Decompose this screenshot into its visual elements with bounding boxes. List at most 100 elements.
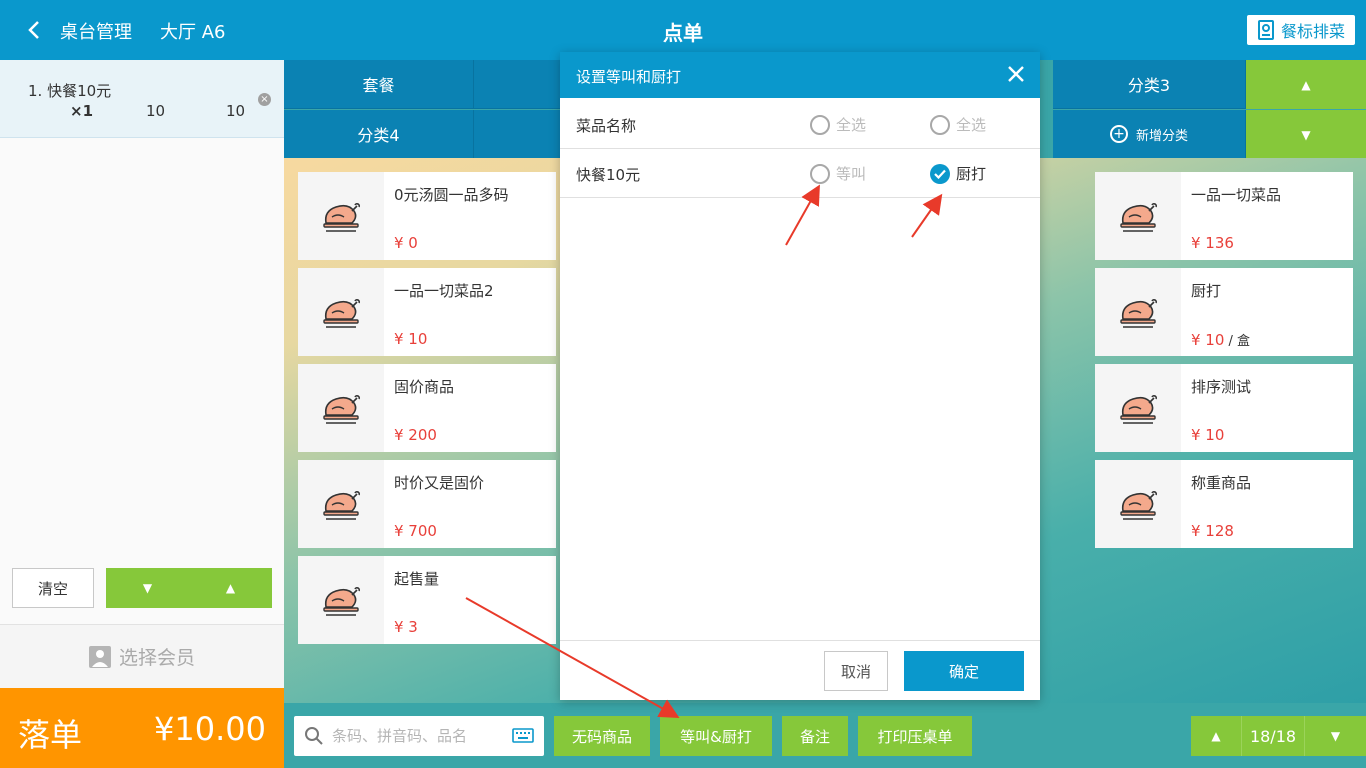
caret-down-icon: ▼ [142,581,153,595]
roast-chicken-icon [298,364,384,452]
search-box [294,716,544,756]
add-category-label: 新增分类 [1135,128,1188,144]
wait-print-dialog: 设置等叫和厨打 菜品名称 全选 全选 快餐10元 等叫 厨打 取消 确定 [560,52,1040,700]
remove-item-icon[interactable]: × [258,93,271,106]
product-card[interactable]: 厨打 ¥ 10 / 盒 [1095,268,1353,356]
select-member-button[interactable]: 选择会员 [0,624,284,688]
confirm-button[interactable]: 确定 [904,651,1024,691]
close-icon[interactable] [1006,64,1026,84]
radio-unchecked-icon [810,114,830,135]
search-icon [305,727,323,745]
caret-up-icon: ▲ [225,581,236,595]
kitchen-print-option[interactable]: 厨打 [930,163,986,184]
product-card[interactable]: 排序测试 ¥ 10 [1095,364,1353,452]
category-tab-cat4[interactable]: 分类4 [284,110,474,159]
order-scroll-controls: ▼ ▲ [106,568,272,608]
column-dish-name: 菜品名称 [576,117,637,135]
category-down-button[interactable]: ▼ [1246,110,1366,159]
dialog-footer: 取消 确定 [560,640,1040,700]
roast-chicken-icon [1095,364,1181,452]
dialog-title: 设置等叫和厨打 [576,68,682,86]
select-member-label: 选择会员 [118,647,195,669]
roast-chicken-icon [298,172,384,260]
product-card[interactable]: 起售量 ¥ 3 [298,556,556,644]
search-input[interactable] [332,727,502,745]
keyboard-icon[interactable] [512,728,534,743]
badge-icon [1257,20,1274,40]
no-code-item-button[interactable]: 无码商品 [554,716,650,756]
select-all-print-option[interactable]: 全选 [930,114,986,135]
rank-button-label: 餐标排菜 [1280,22,1345,41]
category-up-button[interactable]: ▲ [1246,60,1366,109]
radio-checked-icon [930,163,950,184]
dialog-header: 设置等叫和厨打 [560,52,1040,98]
roast-chicken-icon [298,268,384,356]
product-card[interactable]: 0元汤圆一品多码 ¥ 0 [298,172,556,260]
radio-unchecked-icon [930,114,950,135]
page-prev-button[interactable]: ▲ [1191,716,1241,756]
product-card[interactable]: 一品一切菜品2 ¥ 10 [298,268,556,356]
product-price: ¥ 3 [394,618,418,636]
product-name: 0元汤圆一品多码 [394,186,509,204]
meal-standard-rank-button[interactable]: 餐标排菜 [1247,15,1355,45]
add-category-button[interactable]: + 新增分类 [1053,110,1246,159]
wait-and-kitchen-print-button[interactable]: 等叫&厨打 [660,716,772,756]
clear-button[interactable]: 清空 [12,568,94,608]
product-name: 称重商品 [1191,474,1252,492]
roast-chicken-icon [1095,268,1181,356]
order-item-price: 10 [146,102,166,120]
dialog-item-row: 快餐10元 等叫 厨打 [560,149,1040,198]
product-price: ¥ 10 [1191,426,1225,444]
user-icon [88,645,111,668]
wait-call-option[interactable]: 等叫 [810,163,866,184]
place-order-button[interactable]: 落单 ¥10.00 [0,688,284,768]
select-all-wait-label: 全选 [836,116,867,134]
caret-up-icon: ▲ [1211,729,1221,743]
note-button[interactable]: 备注 [782,716,848,756]
page-indicator: 18/18 [1241,716,1305,756]
roast-chicken-icon [298,556,384,644]
scroll-down-button[interactable]: ▼ [106,568,189,608]
category-tab-cat3[interactable]: 分类3 [1053,60,1246,109]
order-item-name: 1. 快餐10元 [28,82,112,100]
scroll-up-button[interactable]: ▲ [189,568,272,608]
product-card[interactable]: 一品一切菜品 ¥ 136 [1095,172,1353,260]
product-name: 一品一切菜品 [1191,186,1282,204]
wait-call-label: 等叫 [836,165,867,183]
product-card[interactable]: 固价商品 ¥ 200 [298,364,556,452]
category-tab-set-meal[interactable]: 套餐 [284,60,474,109]
pager: ▲ 18/18 ▼ [1191,716,1366,756]
back-button[interactable] [22,16,46,44]
product-price: ¥ 0 [394,234,418,252]
cancel-button[interactable]: 取消 [824,651,888,691]
caret-down-icon: ▼ [1330,729,1341,743]
print-table-slip-button[interactable]: 打印压桌单 [858,716,972,756]
select-all-wait-option[interactable]: 全选 [810,114,866,135]
product-unit: / 盒 [1224,334,1251,349]
kitchen-print-label: 厨打 [956,165,987,183]
order-item-qty: ×1 [70,102,94,120]
product-card[interactable]: 称重商品 ¥ 128 [1095,460,1353,548]
product-price: ¥ 200 [394,426,437,444]
product-name: 厨打 [1191,282,1222,300]
product-name: 排序测试 [1191,378,1252,396]
product-price: ¥ 700 [394,522,437,540]
product-price: ¥ 10 [394,330,428,348]
roast-chicken-icon [1095,172,1181,260]
product-card[interactable]: 时价又是固价 ¥ 700 [298,460,556,548]
page-next-button[interactable]: ▼ [1305,716,1366,756]
roast-chicken-icon [1095,460,1181,548]
caret-up-icon: ▲ [1301,77,1311,92]
select-all-print-label: 全选 [956,116,987,134]
radio-unchecked-icon [810,163,830,184]
order-panel: 1. 快餐10元 ×1 10 10 × 清空 ▼ ▲ 选择会员 落单 ¥10.0… [0,60,284,768]
order-item[interactable]: 1. 快餐10元 ×1 10 10 × [0,60,284,138]
product-name: 一品一切菜品2 [394,282,494,300]
place-order-label: 落单 [18,716,83,754]
order-item-total: 10 [226,102,246,120]
caret-down-icon: ▼ [1301,127,1311,142]
chevron-left-icon [28,21,39,39]
product-name: 固价商品 [394,378,455,396]
dialog-item-name: 快餐10元 [576,166,641,184]
table-management-link[interactable]: 桌台管理 [60,18,132,44]
